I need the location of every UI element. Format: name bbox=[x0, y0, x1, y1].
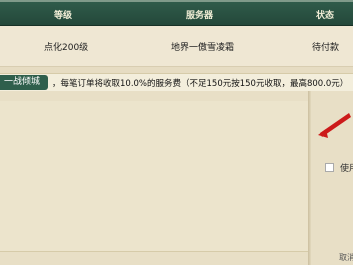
notice-text: ，每笔订单将收取10.0%的服务费（不足150元按150元收取，最高800.0元… bbox=[52, 79, 349, 89]
header-server: 服务器 bbox=[186, 11, 214, 21]
use-label: 使用 bbox=[340, 164, 353, 174]
use-checkbox[interactable] bbox=[325, 163, 334, 172]
cell-status: 待付款 bbox=[312, 43, 340, 53]
panel-divider bbox=[308, 91, 311, 265]
content-area: 使用 取消 bbox=[0, 91, 353, 265]
cancel-link[interactable]: 取消 bbox=[339, 252, 353, 263]
red-arrow-icon bbox=[318, 113, 351, 138]
cell-server: 地界一傲雪凌霜 bbox=[171, 43, 235, 53]
table-row: 点化200级 地界一傲雪凌霜 待付款 bbox=[0, 26, 353, 67]
header-level: 等级 bbox=[54, 11, 73, 21]
table-header: 等级 服务器 状态 bbox=[0, 0, 353, 26]
header-status: 状态 bbox=[316, 11, 335, 21]
cell-level: 点化200级 bbox=[44, 43, 89, 53]
notice-tag: 一战倾城 bbox=[0, 75, 49, 90]
left-panel bbox=[0, 101, 310, 252]
service-fee-notice: 一战倾城 ，每笔订单将收取10.0%的服务费（不足150元按150元收取，最高8… bbox=[0, 73, 353, 93]
